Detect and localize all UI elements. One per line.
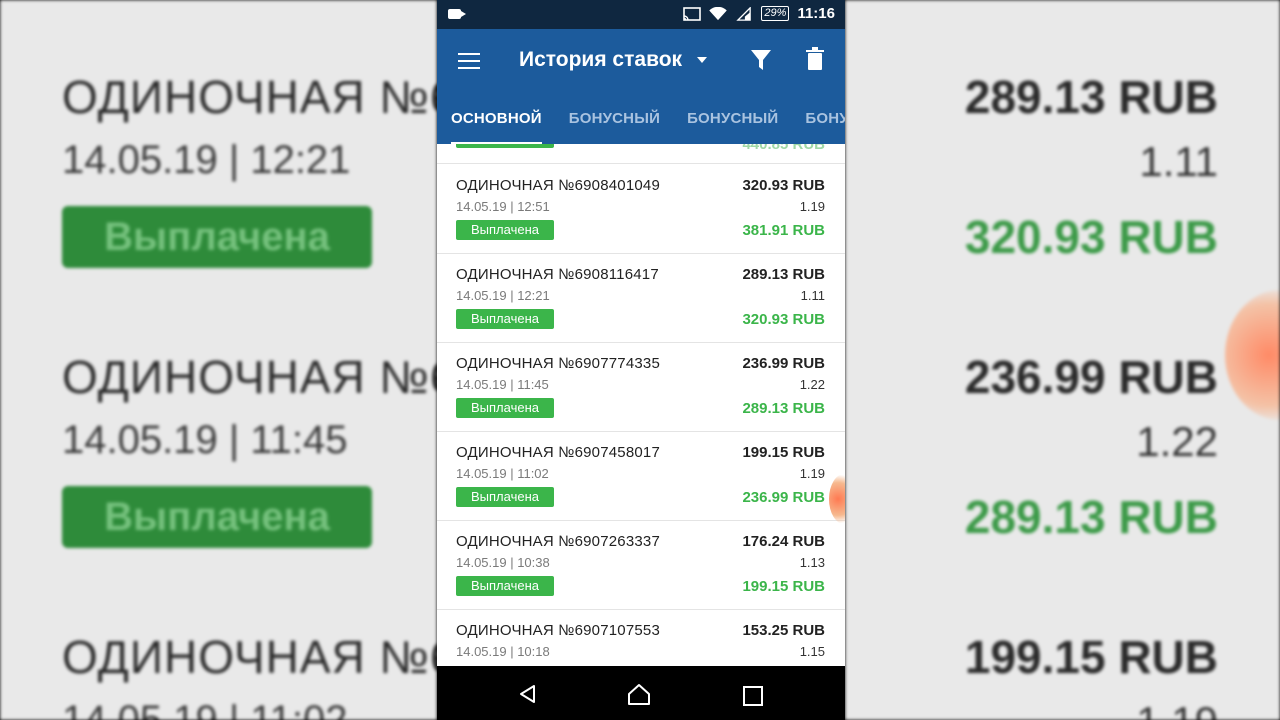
status-badge: Выплачена <box>456 487 554 507</box>
blurred-background-left: ОДИНОЧНАЯ №6 14.05.19 | 12:21 Выплачена … <box>0 0 437 720</box>
list-item[interactable]: ОДИНОЧНАЯ №6907774335 14.05.19 | 11:45 В… <box>437 342 845 432</box>
hamburger-menu-icon[interactable] <box>458 53 480 69</box>
bg-status-badge: Выплачена <box>62 206 372 268</box>
bet-date: 14.05.19 | 11:45 <box>456 377 549 392</box>
status-badge <box>456 144 554 148</box>
bet-title: ОДИНОЧНАЯ №6907458017 <box>456 444 660 461</box>
bet-coef: 1.19 <box>799 466 825 481</box>
bet-amount: 289.13 RUB <box>742 266 825 283</box>
filter-icon[interactable] <box>750 48 772 72</box>
tab-bonus-2[interactable]: БОНУСНЫЙ <box>687 104 778 142</box>
bg-bet-coef: 1.22 <box>1136 418 1218 465</box>
bet-win: 199.15 RUB <box>742 578 825 595</box>
blurred-background-right: 289.13 RUB 1.11 320.93 RUB 236.99 RUB 1.… <box>845 0 1280 720</box>
bet-title: ОДИНОЧНАЯ №6908401049 <box>456 177 660 194</box>
bet-amount: 236.99 RUB <box>742 355 825 372</box>
status-badge: Выплачена <box>456 398 554 418</box>
bet-coef: 1.19 <box>799 199 825 214</box>
bg-bet-coef: 1.19 <box>1136 698 1218 720</box>
bet-win: 440.85 RUB <box>742 144 825 153</box>
signal-icon <box>736 6 752 21</box>
list-item[interactable]: ОДИНОЧНАЯ №6907263337 14.05.19 | 10:38 В… <box>437 520 845 610</box>
bet-win: 381.91 RUB <box>742 222 825 239</box>
bet-date: 14.05.19 | 12:51 <box>456 199 550 214</box>
list-item[interactable]: ОДИНОЧНАЯ №6908401049 14.05.19 | 12:51 В… <box>437 164 845 254</box>
bg-bet-amount: 236.99 RUB <box>964 351 1218 403</box>
phone-screen: 29% 11:16 История ставок ОСНОВНОЙ БОНУСН… <box>437 0 845 720</box>
tab-bonus-1[interactable]: БОНУСНЫЙ <box>569 104 660 142</box>
bg-bet-amount: 199.15 RUB <box>964 631 1218 683</box>
wifi-icon <box>709 6 728 20</box>
app-bar: История ставок ОСНОВНОЙ БОНУСНЫЙ БОНУСНЫ… <box>437 29 845 145</box>
bet-date: 14.05.19 | 10:18 <box>456 644 550 659</box>
dropdown-caret-icon[interactable] <box>697 57 707 63</box>
list-item[interactable]: 440.85 RUB <box>437 144 845 164</box>
bg-status-badge: Выплачена <box>62 486 372 548</box>
back-icon[interactable] <box>518 684 538 704</box>
status-badge: Выплачена <box>456 220 554 240</box>
bg-bet-title: ОДИНОЧНАЯ №6 <box>62 71 437 123</box>
list-item[interactable]: ОДИНОЧНАЯ №6907107553 14.05.19 | 10:18 1… <box>437 609 845 666</box>
page-title[interactable]: История ставок <box>519 48 682 72</box>
tab-bonus-3[interactable]: БОНУС <box>805 104 845 142</box>
tab-main[interactable]: ОСНОВНОЙ <box>451 104 542 145</box>
bet-date: 14.05.19 | 11:02 <box>456 466 549 481</box>
list-item[interactable]: ОДИНОЧНАЯ №6908116417 14.05.19 | 12:21 В… <box>437 253 845 343</box>
bet-win: 289.13 RUB <box>742 400 825 417</box>
bet-title: ОДИНОЧНАЯ №6908116417 <box>456 266 659 283</box>
bet-coef: 1.11 <box>800 288 825 303</box>
home-icon[interactable] <box>627 682 651 706</box>
bet-win: 236.99 RUB <box>742 489 825 506</box>
video-camera-icon <box>448 9 466 19</box>
bg-bet-date: 14.05.19 | 11:02 <box>62 698 348 720</box>
bet-title: ОДИНОЧНАЯ №6907774335 <box>456 355 660 372</box>
recent-apps-icon[interactable] <box>743 686 763 706</box>
bet-win: 320.93 RUB <box>742 311 825 328</box>
status-badge: Выплачена <box>456 576 554 596</box>
bet-date: 14.05.19 | 12:21 <box>456 288 550 303</box>
bet-amount: 320.93 RUB <box>742 177 825 194</box>
bet-title: ОДИНОЧНАЯ №6907263337 <box>456 533 660 550</box>
bg-bet-win: 289.13 RUB <box>964 491 1218 543</box>
bg-bet-title: ОДИНОЧНАЯ №6 <box>62 631 437 683</box>
bet-coef: 1.15 <box>799 644 825 659</box>
bet-amount: 199.15 RUB <box>742 444 825 461</box>
bet-amount: 176.24 RUB <box>742 533 825 550</box>
bg-bet-date: 14.05.19 | 12:21 <box>62 138 351 182</box>
bg-bet-coef: 1.11 <box>1139 138 1218 185</box>
tab-bar: ОСНОВНОЙ БОНУСНЫЙ БОНУСНЫЙ БОНУС <box>437 104 845 145</box>
status-badge: Выплачена <box>456 309 554 329</box>
bet-coef: 1.22 <box>799 377 825 392</box>
list-item[interactable]: ОДИНОЧНАЯ №6907458017 14.05.19 | 11:02 В… <box>437 431 845 521</box>
trash-icon[interactable] <box>805 47 825 71</box>
floating-orb <box>1225 290 1280 420</box>
bg-bet-win: 320.93 RUB <box>964 211 1218 263</box>
bg-bet-amount: 289.13 RUB <box>964 71 1218 123</box>
bet-amount: 153.25 RUB <box>742 622 825 639</box>
bg-bet-date: 14.05.19 | 11:45 <box>62 418 348 462</box>
status-bar: 29% 11:16 <box>437 0 845 29</box>
cast-icon <box>683 6 702 21</box>
battery-indicator: 29% <box>761 6 790 21</box>
bet-coef: 1.13 <box>799 555 825 570</box>
clock: 11:16 <box>797 5 835 22</box>
bet-title: ОДИНОЧНАЯ №6907107553 <box>456 622 660 639</box>
bg-bet-title: ОДИНОЧНАЯ №6 <box>62 351 437 403</box>
android-nav-bar <box>437 666 845 720</box>
bet-date: 14.05.19 | 10:38 <box>456 555 550 570</box>
bet-history-list[interactable]: 440.85 RUB ОДИНОЧНАЯ №6908401049 14.05.1… <box>437 144 845 666</box>
